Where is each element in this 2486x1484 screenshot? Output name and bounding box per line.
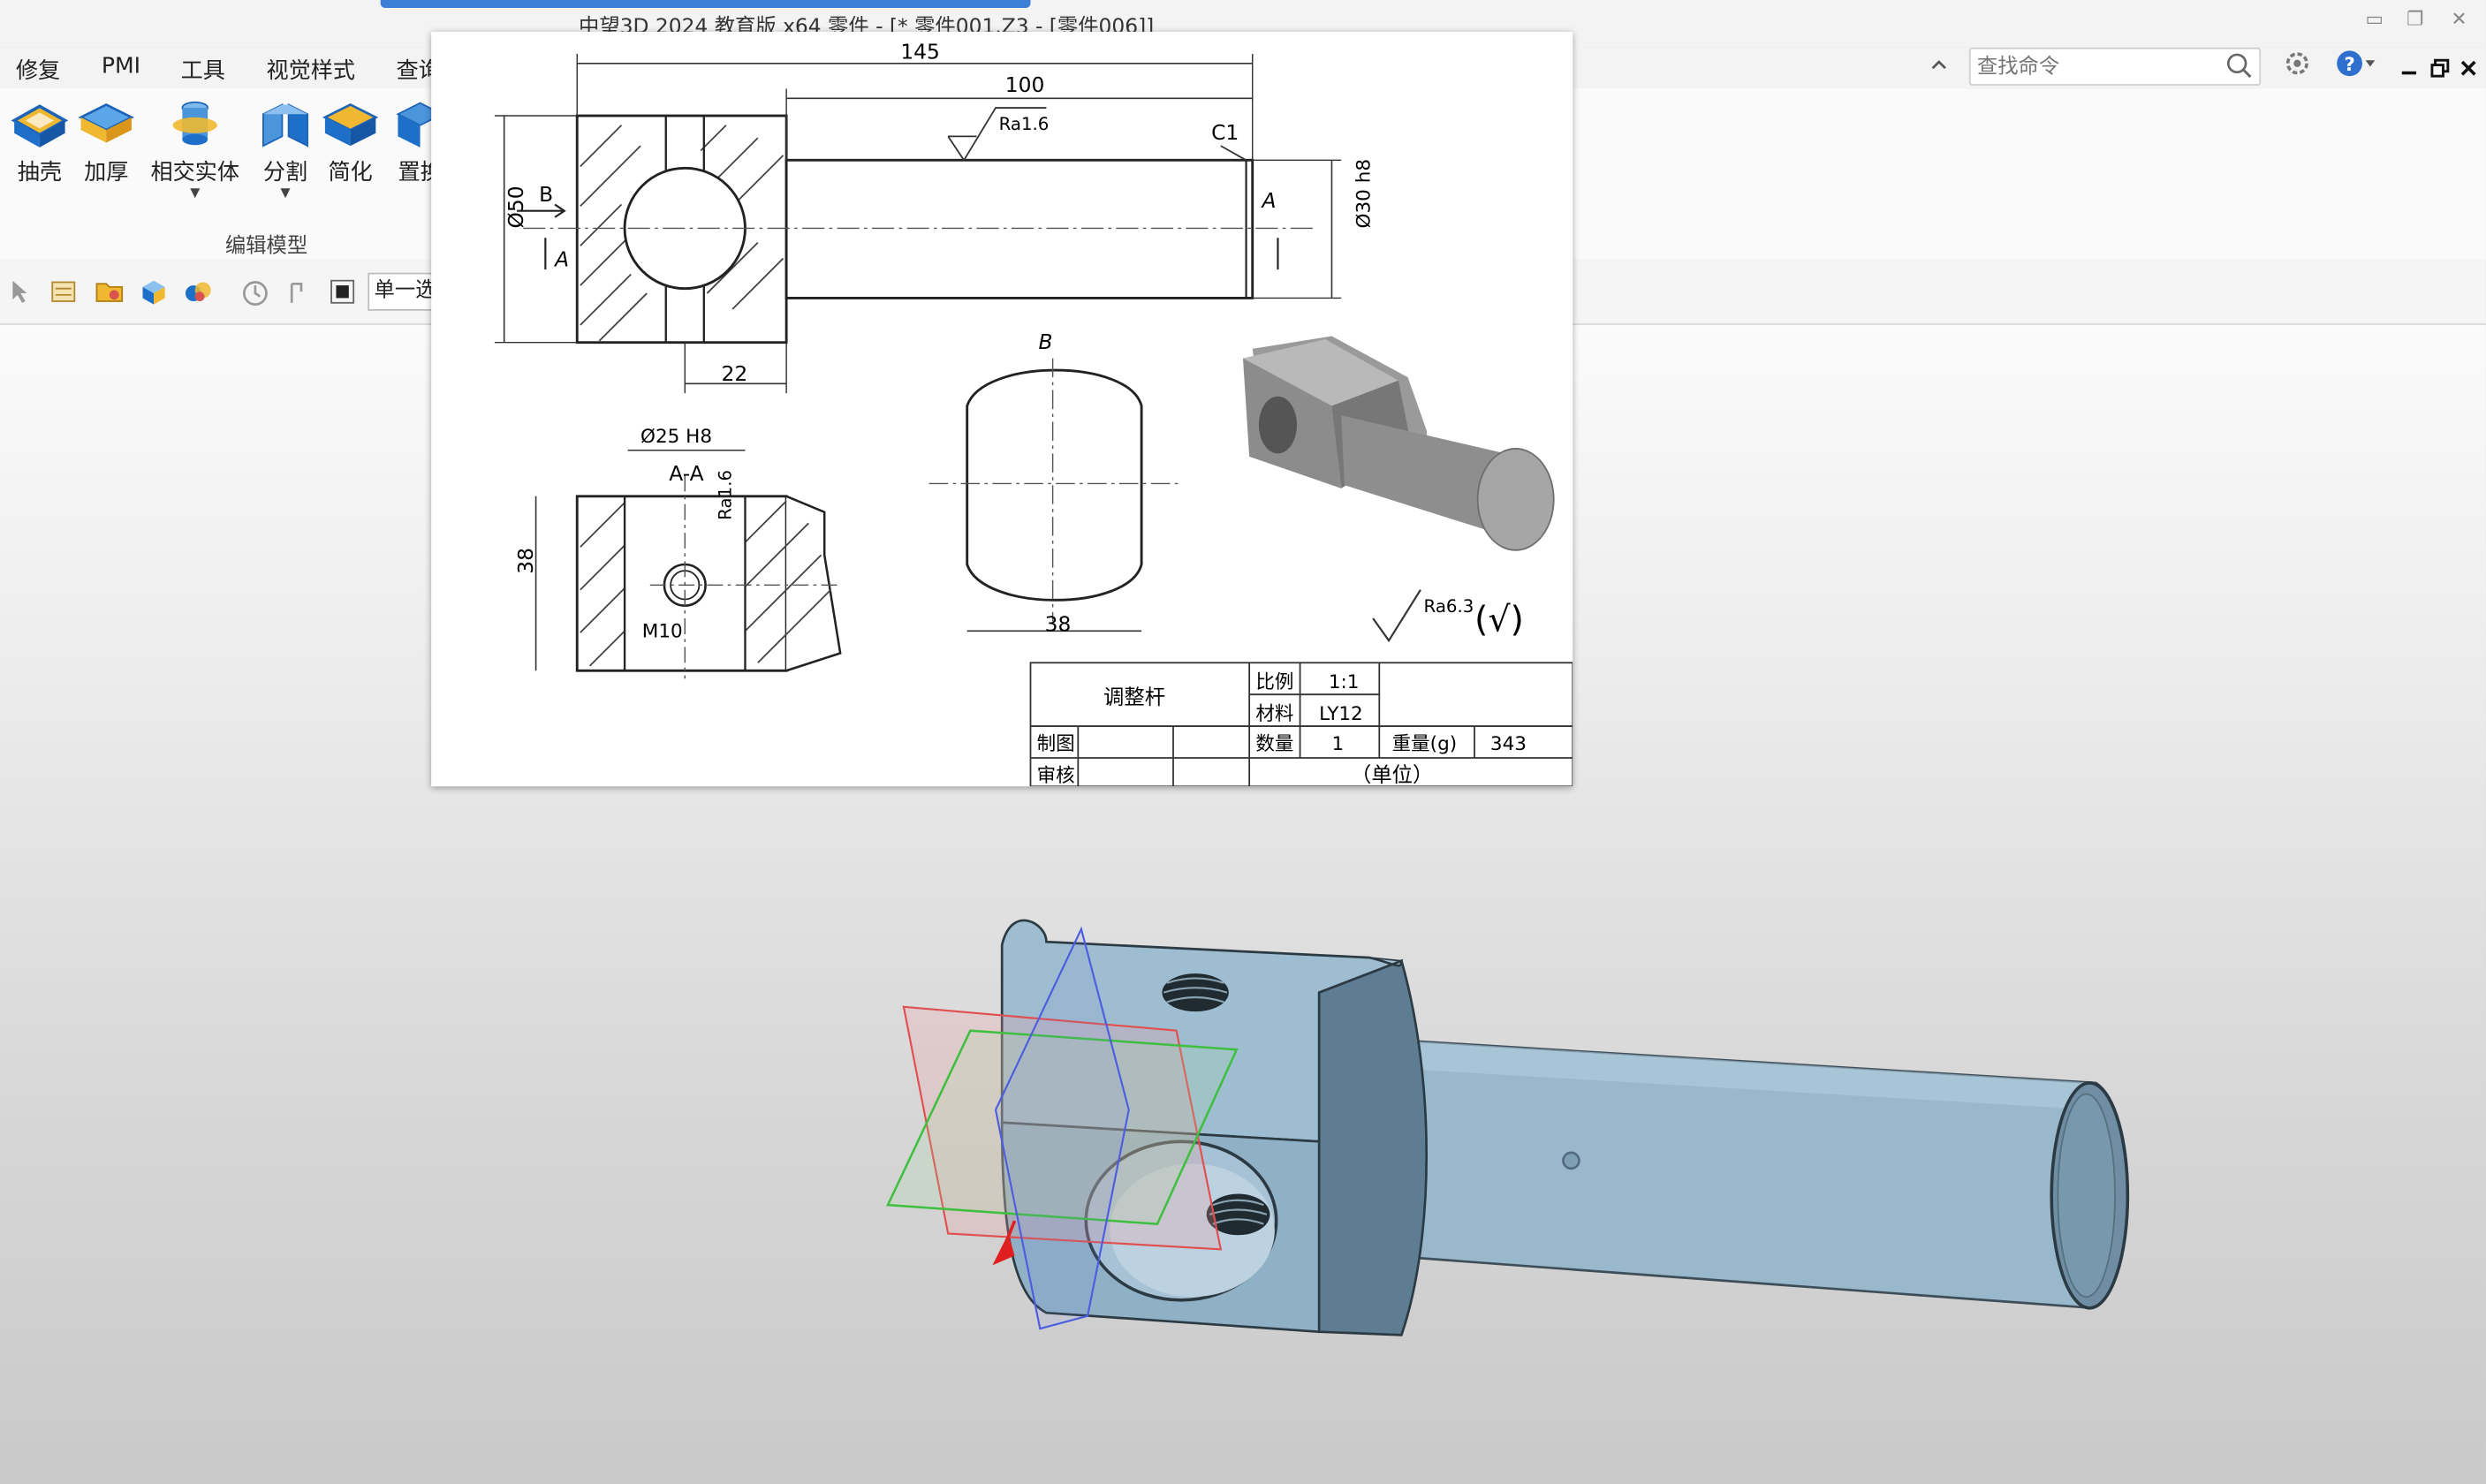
thicken-icon bbox=[78, 102, 134, 143]
thread-m10-label: M10 bbox=[642, 621, 683, 643]
intersect-solid-button[interactable]: 相交实体 ▼ bbox=[150, 95, 239, 200]
list-icon[interactable] bbox=[50, 279, 76, 311]
section-b-marker: B bbox=[539, 182, 553, 207]
dim-phi50-label: Ø50 bbox=[504, 186, 528, 228]
help-icon[interactable]: ? bbox=[2335, 49, 2376, 84]
dim-100-label: 100 bbox=[1005, 72, 1045, 97]
roughness-ra63-label: Ra6.3 bbox=[1424, 596, 1474, 617]
close-icon[interactable]: ✕ bbox=[2451, 8, 2467, 30]
part-name: 调整杆 bbox=[1103, 685, 1165, 709]
shell-button[interactable]: 抽壳 bbox=[4, 95, 74, 187]
roughness-ra16-label: Ra1.6 bbox=[999, 114, 1050, 134]
chamfer-c1-label: C1 bbox=[1211, 120, 1239, 145]
split-label: 分割 bbox=[262, 160, 308, 186]
menu-tools[interactable]: 工具 bbox=[181, 54, 225, 86]
dim-38-horizontal: 38 bbox=[1045, 611, 1072, 636]
menu-visual-style[interactable]: 视觉样式 bbox=[266, 54, 354, 86]
shell-icon bbox=[11, 104, 69, 148]
view-aa-label: A-A bbox=[669, 461, 703, 486]
doc-restore-icon[interactable] bbox=[2430, 54, 2450, 84]
pointer-icon[interactable] bbox=[10, 279, 32, 311]
shell-label: 抽壳 bbox=[17, 160, 62, 186]
engineering-drawing-image: 145 100 Ra1.6 C1 Ø50 B A Ø30 h8 A 22 Ø25… bbox=[431, 31, 1573, 787]
menu-repair[interactable]: 修复 bbox=[16, 54, 60, 86]
collapse-ribbon-icon[interactable] bbox=[1928, 52, 1950, 82]
folder-icon[interactable] bbox=[95, 279, 124, 311]
doc-close-icon[interactable] bbox=[2459, 54, 2478, 84]
filter-shape-icon[interactable] bbox=[287, 279, 309, 314]
svg-text:?: ? bbox=[2344, 54, 2354, 76]
simplify-label: 简化 bbox=[328, 160, 373, 186]
roughness-ra16-vertical: Ra1.6 bbox=[715, 470, 735, 520]
intersect-solid-icon bbox=[172, 101, 217, 146]
reviewed-by-label: 审核 bbox=[1037, 765, 1075, 786]
dim-phi30-label: Ø30 h8 bbox=[1353, 159, 1376, 228]
dim-22-label: 22 bbox=[722, 361, 748, 386]
roughness-check-label: (√) bbox=[1474, 599, 1524, 640]
material-value: LY12 bbox=[1319, 703, 1363, 725]
doc-minimize-icon[interactable] bbox=[2400, 54, 2420, 84]
search-input[interactable] bbox=[1970, 51, 2216, 84]
unit-label: （单位） bbox=[1351, 762, 1433, 786]
split-icon bbox=[262, 103, 309, 148]
gear-icon[interactable] bbox=[2283, 49, 2311, 84]
quantity-value: 1 bbox=[1331, 733, 1344, 755]
dim-145-label: 145 bbox=[900, 39, 940, 64]
loading-progress-bar bbox=[380, 0, 1031, 8]
command-search[interactable] bbox=[1968, 47, 2262, 86]
dropdown-arrow-icon[interactable]: ▼ bbox=[251, 186, 321, 200]
view-b-label: B bbox=[1038, 329, 1052, 354]
intersect-solid-label: 相交实体 bbox=[150, 160, 239, 186]
weight-label: 重量(g) bbox=[1392, 733, 1457, 755]
drawn-by-label: 制图 bbox=[1037, 733, 1075, 755]
assembly-icon[interactable] bbox=[184, 279, 212, 311]
simplify-button[interactable]: 简化 bbox=[315, 95, 385, 187]
simplify-icon bbox=[322, 102, 379, 147]
quantity-label: 数量 bbox=[1255, 733, 1293, 755]
dropdown-arrow-icon[interactable]: ▼ bbox=[150, 186, 239, 200]
thicken-label: 加厚 bbox=[84, 160, 129, 186]
weight-value: 343 bbox=[1490, 733, 1527, 755]
thicken-button[interactable]: 加厚 bbox=[72, 95, 141, 187]
scale-value: 1:1 bbox=[1329, 671, 1360, 693]
section-a-marker-left: A bbox=[553, 247, 569, 272]
menu-pmi[interactable]: PMI bbox=[102, 54, 140, 80]
section-a-marker-right: A bbox=[1261, 188, 1277, 213]
history-icon[interactable] bbox=[241, 279, 269, 314]
material-label: 材料 bbox=[1255, 703, 1293, 725]
part-icon[interactable] bbox=[140, 279, 168, 311]
search-icon[interactable] bbox=[2226, 52, 2254, 86]
dim-38-vertical: 38 bbox=[513, 548, 538, 574]
minimize-icon[interactable]: ▭ bbox=[2366, 8, 2384, 30]
stop-icon[interactable] bbox=[330, 279, 355, 311]
edit-model-group-label: 编辑模型 bbox=[224, 234, 308, 259]
split-button[interactable]: 分割 ▼ bbox=[251, 95, 321, 200]
scale-label: 比例 bbox=[1255, 671, 1293, 693]
dim-phi25-label: Ø25 H8 bbox=[640, 426, 712, 448]
restore-icon[interactable]: ❐ bbox=[2406, 8, 2423, 30]
